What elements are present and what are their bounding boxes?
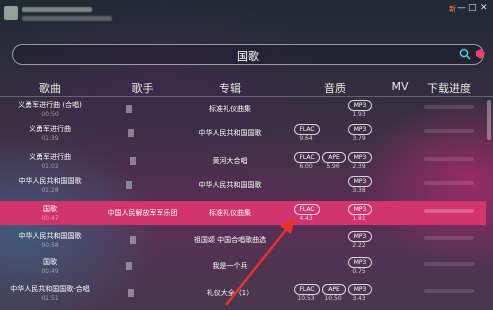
- quality-flac-badge[interactable]: FLAC: [294, 204, 320, 215]
- album-name[interactable]: 标准礼仪曲集: [190, 104, 270, 114]
- file-size: 4.43: [299, 215, 313, 222]
- maximize-icon[interactable]: □: [468, 3, 477, 13]
- new-badge: 新: [449, 5, 456, 13]
- title-bar: 新 — □ ✕: [0, 0, 493, 30]
- quality-mp3-badge[interactable]: MP3: [348, 176, 372, 187]
- song-title[interactable]: 国歌: [0, 204, 100, 214]
- minimize-icon[interactable]: —: [457, 3, 466, 13]
- blurred-artist: [126, 181, 132, 189]
- pink-tag-icon[interactable]: [474, 48, 486, 60]
- download-progress-bar: [424, 105, 474, 109]
- album-name[interactable]: 中华人民共和国国歌: [190, 128, 270, 138]
- download-progress-bar: [424, 262, 474, 266]
- column-header-song[interactable]: 歌曲: [0, 80, 100, 96]
- file-size: 2.39: [352, 163, 366, 170]
- file-size: 1.93: [352, 111, 366, 118]
- song-duration: 01:51: [41, 295, 59, 302]
- quality-ape-badge[interactable]: APE: [322, 284, 346, 295]
- file-size: 5.96: [326, 163, 340, 170]
- column-header-download[interactable]: 下载进度: [418, 80, 480, 96]
- table-row[interactable]: 义勇军进行曲 (合唱) 00:50 标准礼仪曲集 MP3 1.93: [0, 97, 486, 121]
- column-header-album[interactable]: 专辑: [190, 80, 270, 96]
- album-name[interactable]: 祖国颂 中国合唱歌曲选: [190, 235, 270, 245]
- search-icon[interactable]: [459, 48, 471, 60]
- column-header-mv[interactable]: MV: [380, 80, 420, 96]
- table-row[interactable]: 中华人民共和国国歌 00:58 祖国颂 中国合唱歌曲选 MP3 2.22: [0, 228, 486, 252]
- file-size: 1.81: [352, 215, 366, 222]
- search-query: 国歌: [237, 50, 259, 63]
- file-size: 3.79: [352, 135, 366, 142]
- blurred-artist: [128, 129, 134, 137]
- file-size: 9.64: [299, 135, 313, 142]
- download-progress-bar: [424, 181, 474, 185]
- table-row[interactable]: 中华人民共和国国歌-合唱 01:51 礼仪大全（1） FLAC 10.53 APE 10.5…: [0, 281, 486, 305]
- blurred-artist: [130, 236, 136, 244]
- column-header-quality[interactable]: 音质: [305, 80, 365, 96]
- artist-name[interactable]: 中国人民解放军军乐团: [95, 208, 190, 218]
- download-progress-bar: [424, 289, 474, 293]
- quality-mp3-badge[interactable]: MP3: [348, 152, 372, 163]
- blurred-username: [22, 7, 92, 12]
- album-name[interactable]: 中华人民共和国国歌: [190, 180, 270, 190]
- download-progress-bar: [424, 129, 474, 133]
- search-input[interactable]: 国歌: [12, 44, 486, 65]
- song-title[interactable]: 义勇军进行曲: [0, 152, 100, 162]
- table-row[interactable]: 国歌 00:49 我是一个兵 MP3 0.75: [0, 254, 486, 278]
- quality-mp3-badge[interactable]: MP3: [348, 284, 372, 295]
- quality-flac-badge[interactable]: FLAC: [294, 152, 320, 163]
- column-header-artist[interactable]: 歌手: [95, 80, 190, 96]
- scrollbar-thumb[interactable]: [487, 100, 491, 140]
- quality-mp3-badge[interactable]: MP3: [348, 124, 372, 135]
- song-duration: 00:50: [41, 111, 59, 118]
- song-duration: 00:49: [41, 268, 59, 275]
- file-size: 0.75: [352, 268, 366, 275]
- song-title[interactable]: 中华人民共和国国歌: [0, 231, 100, 241]
- close-icon[interactable]: ✕: [480, 3, 488, 13]
- download-progress-bar: [424, 236, 474, 240]
- file-size: 3.38: [352, 187, 366, 194]
- quality-flac-badge[interactable]: FLAC: [294, 124, 320, 135]
- album-name[interactable]: 礼仪大全（1）: [190, 288, 270, 298]
- blurred-artist: [130, 157, 136, 165]
- song-title[interactable]: 国歌: [0, 257, 100, 267]
- song-duration: 01:39: [41, 135, 59, 142]
- album-name[interactable]: 黄河大合唱: [190, 156, 270, 166]
- song-duration: 00:58: [41, 242, 59, 249]
- quality-mp3-badge[interactable]: MP3: [348, 257, 372, 268]
- table-row[interactable]: 国歌 00:47 中国人民解放军军乐团 标准礼仪曲集 FLAC 4.43 MP3 1.81: [0, 201, 486, 225]
- table-row[interactable]: 义勇军进行曲 01:02 黄河大合唱 FLAC 6.00 APE 5.96 MP3 2.39: [0, 149, 486, 173]
- quality-ape-badge[interactable]: APE: [322, 152, 346, 163]
- file-size: 3.43: [352, 295, 366, 302]
- song-duration: 00:47: [41, 215, 59, 222]
- song-title[interactable]: 中华人民共和国国歌-合唱: [0, 284, 100, 294]
- quality-mp3-badge[interactable]: MP3: [348, 100, 372, 111]
- quality-mp3-badge[interactable]: MP3: [348, 231, 372, 242]
- quality-flac-badge[interactable]: FLAC: [294, 284, 320, 295]
- song-title[interactable]: 义勇军进行曲: [0, 124, 100, 134]
- blurred-artist: [128, 289, 134, 297]
- download-progress-bar: [424, 209, 474, 213]
- table-row[interactable]: 中华人民共和国国歌 01:28 中华人民共和国国歌 MP3 3.38: [0, 173, 486, 197]
- table-row[interactable]: 义勇军进行曲 01:39 中华人民共和国国歌 FLAC 9.64 MP3 3.79: [0, 121, 486, 145]
- quality-mp3-badge[interactable]: MP3: [348, 204, 372, 215]
- file-size: 10.53: [297, 295, 315, 302]
- blurred-status: [22, 16, 112, 21]
- song-duration: 01:02: [41, 163, 59, 170]
- album-name[interactable]: 我是一个兵: [190, 261, 270, 271]
- file-size: 6.00: [299, 163, 313, 170]
- file-size: 2.22: [352, 242, 366, 249]
- blurred-artist: [126, 105, 132, 113]
- avatar-icon[interactable]: [4, 6, 18, 20]
- blurred-artist: [126, 262, 132, 270]
- song-title[interactable]: 中华人民共和国国歌: [0, 176, 100, 186]
- album-name[interactable]: 标准礼仪曲集: [190, 208, 270, 218]
- song-duration: 01:28: [41, 187, 59, 194]
- file-size: 10.50: [324, 295, 342, 302]
- download-progress-bar: [424, 157, 474, 161]
- song-title[interactable]: 义勇军进行曲 (合唱): [0, 100, 100, 110]
